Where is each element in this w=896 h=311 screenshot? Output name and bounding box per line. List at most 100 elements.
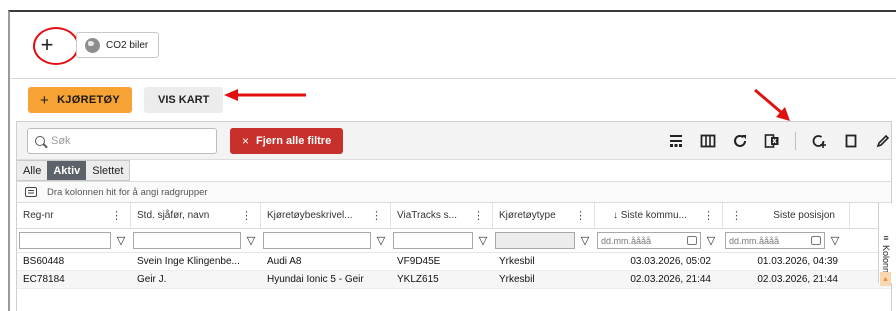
density-icon[interactable] [667,132,685,150]
delete-icon[interactable] [842,132,860,150]
column-label: Reg-nr [23,210,54,221]
plus-icon: + [40,91,50,109]
date-placeholder: dd.mm.åååå [601,235,652,246]
filter-cell: ▽ [261,229,391,252]
filter-icon[interactable]: ▽ [829,234,841,247]
divider [10,78,896,79]
date-placeholder: dd.mm.åååå [729,235,780,246]
column-label: Kjøretøytype [499,210,556,221]
tab-aktiv[interactable]: Aktiv [47,161,87,180]
menu-icon: ≡ [883,233,889,243]
column-label: ↓ Siste kommu... [613,210,687,221]
search-input[interactable]: Søk [27,128,217,154]
column-header-driver[interactable]: Std. sjåfør, navn ⋮ [131,203,261,228]
columns-side-panel-tab[interactable]: ≡ Kolonner [878,203,893,283]
export-icon[interactable] [763,132,781,150]
column-menu-icon[interactable]: ⋮ [575,209,586,222]
vehicle-grid-panel: Søk × Fjern alle filtre Alle Aktiv Slett… [16,121,893,311]
calendar-icon[interactable] [687,236,697,245]
cell-viatracks: YKLZ615 [397,274,439,285]
add-tab-button[interactable]: + [29,30,65,60]
close-icon: × [242,134,250,148]
edit-icon[interactable] [874,132,892,150]
filter-cell: ▽ [391,229,493,252]
search-icon [35,136,45,146]
cell-reg-nr: EC78184 [23,274,65,285]
description-filter-input[interactable] [263,232,371,249]
add-vehicle-button[interactable]: + KJØRETØY [28,87,132,113]
column-menu-icon[interactable]: ⋮ [703,209,714,222]
add-column-icon[interactable] [810,132,828,150]
scroll-up-arrow[interactable]: ▲ [880,272,891,286]
column-menu-icon[interactable]: ⋮ [473,209,484,222]
show-map-button[interactable]: VIS KART [144,87,224,113]
row-group-hint: Dra kolonnen hit for å angi radgrupper [47,186,208,198]
refresh-icon[interactable] [731,132,749,150]
filter-row: ▽ ▽ ▽ ▽ ▽ dd.mm.åååå ▽ dd.mm.åååå ▽ [17,229,891,253]
cell-last-position: 02.03.2026, 21:44 [757,274,838,285]
tab-alle[interactable]: Alle [17,161,47,180]
annotation-arrow-left [224,89,306,101]
row-group-drop-zone[interactable]: Dra kolonnen hit for å angi radgrupper [17,182,891,203]
grid-toolbar: Søk × Fjern alle filtre [17,122,891,160]
column-label: Siste posisjon [773,210,835,221]
vehicle-table: Reg-nr ⋮ Std. sjåfør, navn ⋮ Kjøretøybeskr… [17,203,891,289]
filter-icon[interactable]: ▽ [579,234,591,247]
filter-icon[interactable]: ▽ [477,234,489,247]
filter-icon[interactable]: ▽ [115,234,127,247]
column-menu-icon[interactable]: ⋮ [241,209,252,222]
globe-icon [85,37,100,53]
toolbar-icons [667,132,896,150]
co2-tab-label: CO2 biler [106,39,149,51]
add-vehicle-label: KJØRETØY [57,94,120,106]
last-position-date-filter[interactable]: dd.mm.åååå [725,232,825,249]
filter-cell: ▽ [493,229,595,252]
cell-viatracks: VF9D45E [397,256,441,267]
column-menu-icon[interactable]: ⋮ [111,209,122,222]
cell-driver: Svein Inge Klingenbe... [137,256,240,267]
column-header-vehicle-type[interactable]: Kjøretøytype ⋮ [493,203,595,228]
column-menu-icon[interactable]: ⋮ [371,209,382,222]
annotation-arrow-down-right [754,88,790,121]
table-row[interactable]: EC78184 Geir J. Hyundai Ionic 5 - Geir Y… [17,271,891,289]
search-placeholder: Søk [51,135,71,147]
tab-slettet[interactable]: Slettet [86,161,129,180]
filter-icon[interactable]: ▽ [245,234,257,247]
cell-last-communication: 02.03.2026, 21:44 [630,274,711,285]
filter-cell: ▽ [17,229,131,252]
filter-cell: ▽ [131,229,261,252]
cell-driver: Geir J. [137,274,167,285]
vehicle-type-filter-input[interactable] [495,232,575,249]
filter-icon[interactable]: ▽ [705,234,717,247]
clear-filters-label: Fjern alle filtre [256,135,332,147]
cell-last-position: 01.03.2026, 04:39 [757,256,838,267]
table-header: Reg-nr ⋮ Std. sjåfør, navn ⋮ Kjøretøybeskr… [17,203,891,229]
cell-vehicle-type: Yrkesbil [499,274,535,285]
cell-last-communication: 03.03.2026, 05:02 [630,256,711,267]
show-map-label: VIS KART [158,94,210,106]
driver-filter-input[interactable] [133,232,241,249]
reg-nr-filter-input[interactable] [19,232,111,249]
filter-cell: dd.mm.åååå ▽ [595,229,723,252]
last-communication-date-filter[interactable]: dd.mm.åååå [597,232,701,249]
column-label: Kjøretøybeskrivel... [267,210,353,221]
column-menu-icon[interactable]: ⋮ [731,209,742,222]
table-row[interactable]: BS60448 Svein Inge Klingenbe... Audi A8 … [17,253,891,271]
cell-vehicle-type: Yrkesbil [499,256,535,267]
column-header-last-communication[interactable]: ↓ Siste kommu... ⋮ [595,203,723,228]
status-tabs: Alle Aktiv Slettet [17,160,891,182]
clear-filters-button[interactable]: × Fjern alle filtre [230,128,344,154]
filter-icon[interactable]: ▽ [375,234,387,247]
tab-group: Alle Aktiv Slettet [17,160,131,181]
column-header-description[interactable]: Kjøretøybeskrivel... ⋮ [261,203,391,228]
columns-icon[interactable] [699,132,717,150]
calendar-icon[interactable] [811,236,821,245]
column-header-last-position[interactable]: Siste posisjon ⋮ [723,203,850,228]
column-header-viatracks[interactable]: ViaTracks s... ⋮ [391,203,493,228]
column-label: Std. sjåfør, navn [137,210,210,221]
co2-vehicles-tab[interactable]: CO2 biler [76,32,160,58]
toolbar-separator [795,132,796,150]
column-header-reg-nr[interactable]: Reg-nr ⋮ [17,203,131,228]
filter-cell: dd.mm.åååå ▽ [723,229,850,252]
viatracks-filter-input[interactable] [393,232,473,249]
